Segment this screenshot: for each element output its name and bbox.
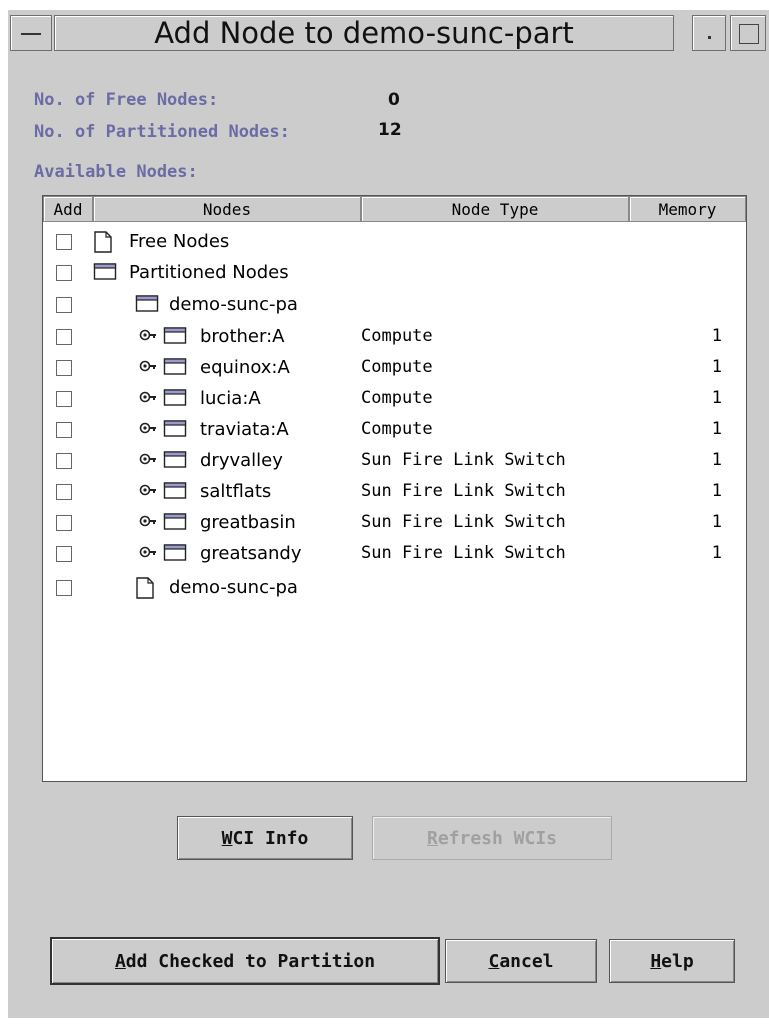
column-header-node-type[interactable]: Node Type <box>361 196 629 222</box>
node-name: brother:A <box>200 326 285 347</box>
document-icon <box>93 230 113 259</box>
add-checked-to-partition-button[interactable]: Add Checked to Partition <box>50 937 440 985</box>
table-row[interactable]: lucia:A Compute 1 <box>43 385 746 416</box>
key-folder-icon[interactable] <box>139 325 191 350</box>
free-nodes-label: No. of Free Nodes: <box>34 90 219 110</box>
node-type: Compute <box>361 388 433 408</box>
node-name: demo-sunc-pa <box>169 294 298 315</box>
key-folder-icon[interactable] <box>139 449 191 474</box>
node-type: Sun Fire Link Switch <box>361 450 566 470</box>
add-checkbox[interactable] <box>56 360 72 376</box>
add-checkbox[interactable] <box>56 546 72 562</box>
free-nodes-value: 0 <box>388 90 400 110</box>
node-memory: 1 <box>711 543 722 563</box>
table-row[interactable]: demo-sunc-pa <box>43 291 746 322</box>
add-checked-mnemonic: A <box>114 950 126 972</box>
add-checkbox[interactable] <box>56 422 72 438</box>
node-type: Compute <box>361 326 433 346</box>
key-folder-icon[interactable] <box>139 418 191 443</box>
node-name: demo-sunc-pa <box>169 577 298 598</box>
add-checkbox[interactable] <box>56 453 72 469</box>
node-type: Sun Fire Link Switch <box>361 543 566 563</box>
column-header-add[interactable]: Add <box>43 196 93 222</box>
wci-info-mnemonic: W <box>221 827 233 849</box>
key-folder-icon[interactable] <box>139 480 191 505</box>
table-row[interactable]: Free Nodes <box>43 228 746 259</box>
table-row[interactable]: equinox:A Compute 1 <box>43 354 746 385</box>
node-memory: 1 <box>711 357 722 377</box>
add-checkbox[interactable] <box>56 580 72 596</box>
wci-info-label: CI Info <box>232 827 309 849</box>
node-memory: 1 <box>711 450 722 470</box>
help-button[interactable]: Help <box>609 939 735 983</box>
refresh-wcis-label: efresh WCIs <box>437 827 558 849</box>
add-checkbox[interactable] <box>56 484 72 500</box>
node-name: dryvalley <box>200 450 283 471</box>
table-row[interactable]: saltflats Sun Fire Link Switch 1 <box>43 478 746 509</box>
node-name: saltflats <box>200 481 272 502</box>
table-row[interactable]: traviata:A Compute 1 <box>43 416 746 447</box>
title-bar[interactable]: Add Node to demo-sunc-part <box>8 10 769 58</box>
key-folder-icon[interactable] <box>139 511 191 536</box>
node-name: equinox:A <box>200 357 290 378</box>
node-memory: 1 <box>711 326 722 346</box>
add-checkbox[interactable] <box>56 265 72 281</box>
nodes-table: Add Nodes Node Type Memory Free Nodes Par… <box>42 195 747 782</box>
node-name: Free Nodes <box>129 231 230 252</box>
table-row[interactable]: greatbasin Sun Fire Link Switch 1 <box>43 509 746 540</box>
node-memory: 1 <box>711 481 722 501</box>
table-row[interactable]: Partitioned Nodes <box>43 259 746 290</box>
partitioned-nodes-label: No. of Partitioned Nodes: <box>34 122 290 142</box>
window-menu-button[interactable] <box>10 15 52 51</box>
cancel-button[interactable]: Cancel <box>445 939 597 983</box>
document-icon <box>135 576 155 605</box>
node-type: Compute <box>361 419 433 439</box>
minimize-button[interactable] <box>692 15 726 51</box>
partitioned-nodes-value: 12 <box>378 120 402 140</box>
node-name: Partitioned Nodes <box>129 262 289 283</box>
add-checkbox[interactable] <box>56 297 72 313</box>
window-title: Add Node to demo-sunc-part <box>54 15 674 51</box>
column-header-nodes[interactable]: Nodes <box>93 196 361 222</box>
table-row[interactable]: greatsandy Sun Fire Link Switch 1 <box>43 540 746 571</box>
column-header-memory[interactable]: Memory <box>629 196 746 222</box>
add-checkbox[interactable] <box>56 329 72 345</box>
node-name: traviata:A <box>200 419 289 440</box>
wci-info-button[interactable]: W CI Info <box>177 816 353 860</box>
add-checkbox[interactable] <box>56 391 72 407</box>
dialog-window: Add Node to demo-sunc-part No. of Free N… <box>6 8 769 1018</box>
cancel-label: ancel <box>499 950 554 972</box>
node-type: Compute <box>361 357 433 377</box>
add-checkbox[interactable] <box>56 234 72 250</box>
folder-icon <box>93 261 117 286</box>
key-folder-icon[interactable] <box>139 387 191 412</box>
table-row[interactable]: demo-sunc-pa <box>43 574 746 605</box>
node-memory: 1 <box>711 419 722 439</box>
add-checkbox[interactable] <box>56 515 72 531</box>
add-checked-label: dd Checked to Partition <box>125 950 376 972</box>
node-name: greatbasin <box>200 512 296 533</box>
help-mnemonic: H <box>650 950 662 972</box>
refresh-wcis-button[interactable]: Refresh WCIs <box>372 816 612 860</box>
maximize-button[interactable] <box>730 15 766 51</box>
node-type: Sun Fire Link Switch <box>361 512 566 532</box>
node-name: greatsandy <box>200 543 302 564</box>
cancel-mnemonic: C <box>488 950 500 972</box>
table-row[interactable]: brother:A Compute 1 <box>43 323 746 354</box>
node-type: Sun Fire Link Switch <box>361 481 566 501</box>
node-name: lucia:A <box>200 388 261 409</box>
key-folder-icon[interactable] <box>139 356 191 381</box>
node-memory: 1 <box>711 388 722 408</box>
table-row[interactable]: dryvalley Sun Fire Link Switch 1 <box>43 447 746 478</box>
folder-icon <box>135 293 159 318</box>
refresh-wcis-mnemonic: R <box>426 827 438 849</box>
available-nodes-label: Available Nodes: <box>34 162 198 182</box>
node-memory: 1 <box>711 512 722 532</box>
help-label: elp <box>661 950 694 972</box>
key-folder-icon[interactable] <box>139 542 191 567</box>
